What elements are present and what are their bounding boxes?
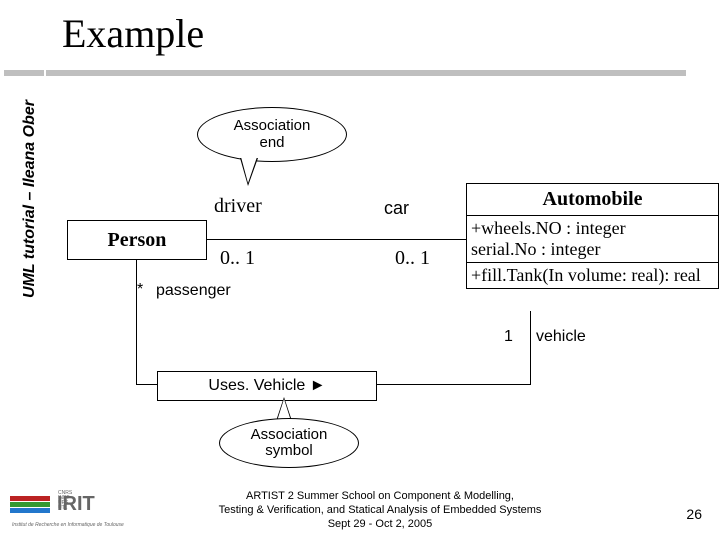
callout-association-end: Association end	[197, 107, 347, 162]
irit-subtitle: Institut de Recherche en Informatique de…	[12, 522, 124, 528]
footer-line: ARTIST 2 Summer School on Component & Mo…	[170, 490, 590, 504]
class-automobile-name: Automobile	[467, 184, 718, 216]
assoc-line-segment	[530, 311, 531, 385]
side-author-text: UML tutorial – Ileana Ober	[21, 89, 39, 309]
mult-driver: 0.. 1	[220, 247, 255, 270]
class-person-name: Person	[108, 229, 167, 252]
op-row: +fill.Tank(In volume: real): real	[471, 265, 714, 286]
title-rule-right	[46, 70, 686, 76]
footer-line: Testing & Verification, and Statical Ana…	[170, 504, 590, 518]
irit-bars-icon	[10, 495, 50, 514]
class-automobile: Automobile +wheels.NO : integer serial.N…	[466, 183, 719, 289]
callout-association-symbol: Association symbol	[219, 418, 359, 468]
association-class-usesvehicle: Uses. Vehicle ►	[157, 371, 377, 401]
assoc-line-segment	[136, 384, 158, 385]
role-driver: driver	[214, 195, 262, 218]
class-person: Person	[67, 220, 207, 260]
page-title: Example	[62, 10, 204, 57]
class-automobile-attributes: +wheels.NO : integer serial.No : integer	[467, 216, 718, 263]
callout-association-end-label: Association end	[234, 118, 311, 151]
irit-logo-tags: CNRS INPT UPS UT1	[58, 491, 72, 511]
callout-tail-fill-icon	[241, 157, 257, 183]
title-rule-left	[4, 70, 44, 76]
callout-association-symbol-label: Association symbol	[251, 427, 328, 460]
footer-line: Sept 29 - Oct 2, 2005	[170, 518, 590, 532]
association-line-driver-car	[207, 239, 466, 240]
attr-row: serial.No : integer	[471, 239, 714, 260]
role-car: car	[384, 198, 409, 219]
assoc-line-segment	[136, 260, 137, 384]
role-passenger: passenger	[156, 282, 231, 300]
mult-vehicle: 1	[504, 328, 513, 346]
association-class-label: Uses. Vehicle ►	[208, 377, 325, 395]
role-vehicle: vehicle	[536, 328, 586, 346]
assoc-line-segment	[377, 384, 530, 385]
attr-row: +wheels.NO : integer	[471, 218, 714, 239]
slide: UML tutorial – Ileana Ober Example Assoc…	[0, 0, 720, 540]
mult-passenger: *	[137, 281, 143, 299]
class-automobile-operations: +fill.Tank(In volume: real): real	[467, 263, 718, 288]
slide-number: 26	[686, 506, 702, 522]
footer-text: ARTIST 2 Summer School on Component & Mo…	[170, 490, 590, 531]
mult-car: 0.. 1	[395, 247, 430, 270]
